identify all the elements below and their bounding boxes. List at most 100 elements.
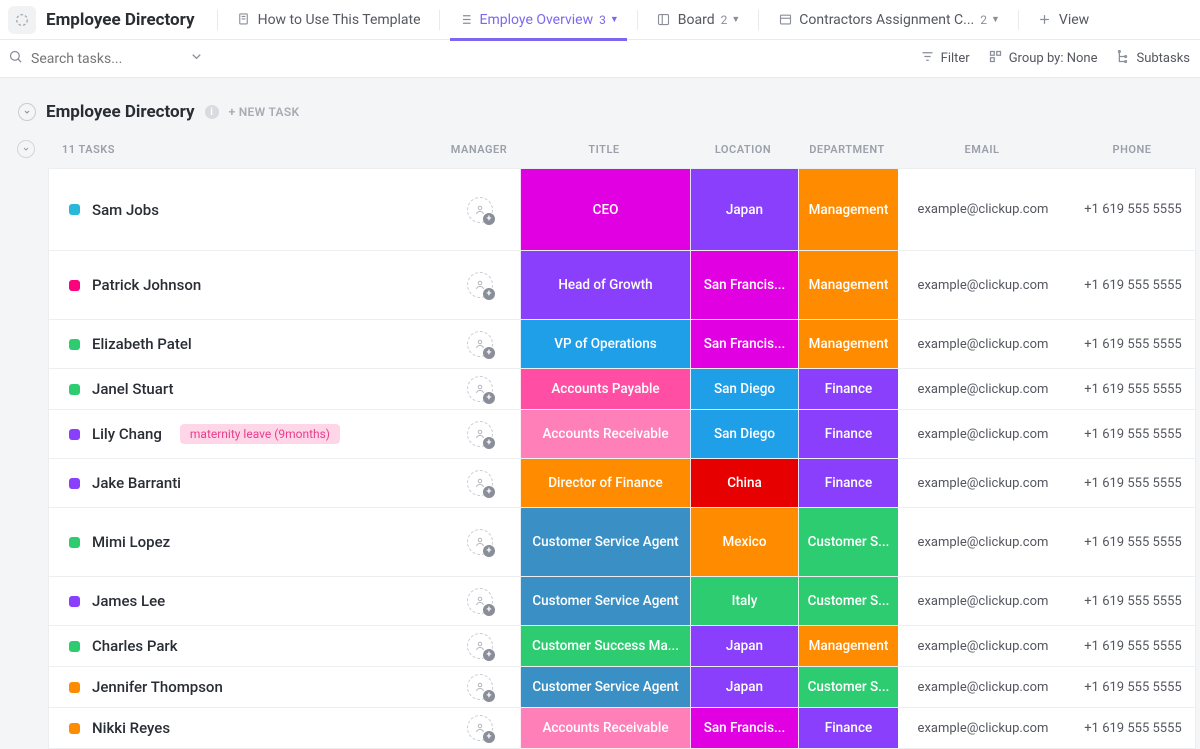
cell-location[interactable]: San Francis...	[690, 708, 798, 748]
cell-title[interactable]: Director of Finance	[520, 459, 690, 507]
assign-manager-button[interactable]	[467, 331, 493, 357]
status-dot[interactable]	[69, 537, 80, 548]
assign-manager-button[interactable]	[467, 272, 493, 298]
chevron-down-icon[interactable]	[189, 49, 204, 68]
cell-location[interactable]: Mexico	[690, 508, 798, 576]
table-row[interactable]: Charles Park Customer Success Ma...JapanM…	[49, 626, 1195, 667]
employee-name[interactable]: James Lee	[92, 592, 165, 610]
cell-department[interactable]: Finance	[798, 708, 898, 748]
tag-pill[interactable]: maternity leave (9months)	[180, 424, 340, 444]
table-row[interactable]: James Lee Customer Service AgentItalyCust…	[49, 577, 1195, 626]
table-row[interactable]: Elizabeth Patel VP of OperationsSan Franc…	[49, 320, 1195, 369]
assign-manager-button[interactable]	[467, 715, 493, 741]
cell-phone[interactable]: +1 619 555 5555	[1068, 320, 1198, 368]
cell-email[interactable]: example@clickup.com	[898, 251, 1068, 319]
expand-all-toggle[interactable]	[17, 140, 35, 158]
employee-name[interactable]: Elizabeth Patel	[92, 335, 192, 353]
cell-location[interactable]: Japan	[690, 667, 798, 707]
employee-name[interactable]: Mimi Lopez	[92, 533, 170, 551]
col-email[interactable]: EMAIL	[897, 143, 1067, 156]
assign-manager-button[interactable]	[467, 588, 493, 614]
cell-title[interactable]: Accounts Receivable	[520, 708, 690, 748]
assign-manager-button[interactable]	[467, 197, 493, 223]
table-row[interactable]: Jennifer ThompsonCustomer Service AgentJ…	[49, 667, 1195, 708]
cell-department[interactable]: Management	[798, 169, 898, 250]
collapse-toggle[interactable]	[18, 103, 36, 121]
cell-phone[interactable]: +1 619 555 5555	[1068, 708, 1198, 748]
cell-phone[interactable]: +1 619 555 5555	[1068, 508, 1198, 576]
cell-title[interactable]: CEO	[520, 169, 690, 250]
col-title[interactable]: TITLE	[519, 143, 689, 156]
table-row[interactable]: Nikki ReyesAccounts ReceivableSan Franci…	[49, 708, 1195, 749]
cell-title[interactable]: Accounts Payable	[520, 369, 690, 409]
status-dot[interactable]	[69, 478, 80, 489]
table-row[interactable]: Patrick JohnsonHead of GrowthSan Francis…	[49, 251, 1195, 320]
assign-manager-button[interactable]	[467, 529, 493, 555]
tab-contractors[interactable]: Contractors Assignment C... 2▼	[769, 0, 1008, 40]
status-dot[interactable]	[69, 339, 80, 350]
status-dot[interactable]	[69, 280, 80, 291]
cell-department[interactable]: Finance	[798, 410, 898, 458]
cell-location[interactable]: San Francis...	[690, 320, 798, 368]
filter-button[interactable]: Filter	[920, 49, 970, 68]
cell-title[interactable]: VP of Operations	[520, 320, 690, 368]
search-input[interactable]	[31, 51, 181, 67]
new-task-button[interactable]: + NEW TASK	[229, 105, 300, 119]
group-by-button[interactable]: Group by: None	[988, 49, 1098, 68]
info-icon[interactable]: i	[205, 105, 219, 119]
assign-manager-button[interactable]	[467, 633, 493, 659]
status-dot[interactable]	[69, 682, 80, 693]
cell-email[interactable]: example@clickup.com	[898, 320, 1068, 368]
status-dot[interactable]	[69, 641, 80, 652]
cell-email[interactable]: example@clickup.com	[898, 508, 1068, 576]
cell-email[interactable]: example@clickup.com	[898, 708, 1068, 748]
cell-title[interactable]: Customer Success Ma...	[520, 626, 690, 666]
cell-location[interactable]: Japan	[690, 626, 798, 666]
tab-board[interactable]: Board 2▼	[648, 0, 749, 40]
employee-name[interactable]: Jennifer Thompson	[92, 678, 223, 696]
cell-location[interactable]: Italy	[690, 577, 798, 625]
cell-title[interactable]: Customer Service Agent	[520, 577, 690, 625]
cell-phone[interactable]: +1 619 555 5555	[1068, 667, 1198, 707]
cell-phone[interactable]: +1 619 555 5555	[1068, 577, 1198, 625]
status-dot[interactable]	[69, 384, 80, 395]
cell-department[interactable]: Management	[798, 320, 898, 368]
cell-department[interactable]: Customer S...	[798, 508, 898, 576]
cell-phone[interactable]: +1 619 555 5555	[1068, 626, 1198, 666]
assign-manager-button[interactable]	[467, 421, 493, 447]
assign-manager-button[interactable]	[467, 376, 493, 402]
employee-name[interactable]: Lily Chang	[92, 425, 162, 443]
workspace-logo[interactable]	[8, 6, 36, 34]
cell-title[interactable]: Customer Service Agent	[520, 508, 690, 576]
cell-phone[interactable]: +1 619 555 5555	[1068, 169, 1198, 250]
col-location[interactable]: LOCATION	[689, 143, 797, 156]
cell-location[interactable]: San Francis...	[690, 251, 798, 319]
cell-phone[interactable]: +1 619 555 5555	[1068, 369, 1198, 409]
table-row[interactable]: Lily Changmaternity leave (9months)Accou…	[49, 410, 1195, 459]
tab-how-to-use[interactable]: How to Use This Template	[228, 0, 429, 40]
cell-department[interactable]: Management	[798, 251, 898, 319]
cell-location[interactable]: San Diego	[690, 369, 798, 409]
cell-email[interactable]: example@clickup.com	[898, 169, 1068, 250]
col-phone[interactable]: PHONE	[1067, 143, 1197, 156]
cell-email[interactable]: example@clickup.com	[898, 667, 1068, 707]
table-row[interactable]: Mimi Lopez Customer Service AgentMexicoCu…	[49, 508, 1195, 577]
employee-name[interactable]: Charles Park	[92, 637, 178, 655]
cell-title[interactable]: Head of Growth	[520, 251, 690, 319]
tab-employee-overview[interactable]: Employe Overview 3▼	[450, 0, 627, 40]
assign-manager-button[interactable]	[467, 470, 493, 496]
cell-email[interactable]: example@clickup.com	[898, 369, 1068, 409]
cell-email[interactable]: example@clickup.com	[898, 626, 1068, 666]
cell-department[interactable]: Management	[798, 626, 898, 666]
cell-department[interactable]: Finance	[798, 369, 898, 409]
cell-phone[interactable]: +1 619 555 5555	[1068, 251, 1198, 319]
add-view-button[interactable]: View	[1029, 0, 1097, 40]
col-department[interactable]: DEPARTMENT	[797, 143, 897, 156]
cell-email[interactable]: example@clickup.com	[898, 410, 1068, 458]
status-dot[interactable]	[69, 723, 80, 734]
employee-name[interactable]: Sam Jobs	[92, 201, 159, 219]
cell-department[interactable]: Customer S...	[798, 577, 898, 625]
cell-phone[interactable]: +1 619 555 5555	[1068, 459, 1198, 507]
status-dot[interactable]	[69, 596, 80, 607]
col-manager[interactable]: MANAGER	[439, 143, 519, 156]
